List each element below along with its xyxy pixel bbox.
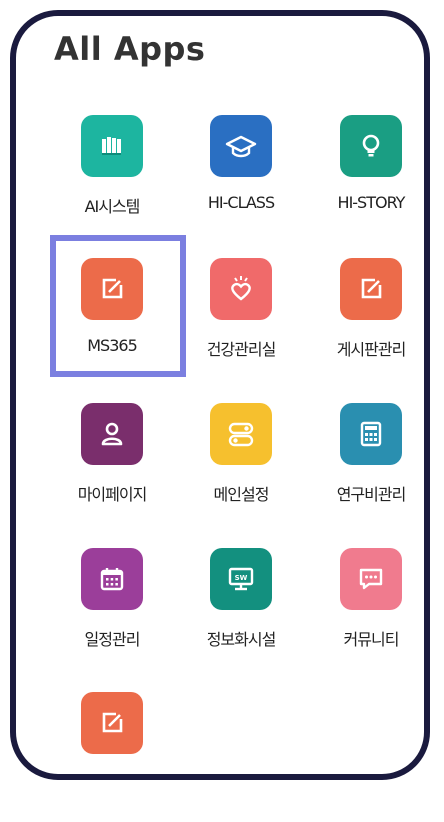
app-research-funds[interactable]: 연구비관리 — [311, 403, 431, 533]
app-label: 메인설정 — [213, 485, 270, 504]
app-health-room[interactable]: 건강관리실 — [181, 258, 301, 388]
app-label: 일정관리 — [84, 630, 141, 649]
heart-icon — [210, 258, 272, 320]
app-label: 건강관리실 — [206, 340, 277, 359]
calculator-icon — [340, 403, 402, 465]
edit-icon — [340, 258, 402, 320]
app-hi-class[interactable]: HI-CLASS — [181, 115, 301, 245]
page-title: All Apps — [54, 30, 206, 68]
app-label: 정보화시설 — [206, 630, 277, 649]
selection-highlight — [50, 235, 186, 377]
lightbulb-icon — [340, 115, 402, 177]
app-label: 연구비관리 — [336, 485, 407, 504]
app-label: 커뮤니티 — [343, 630, 400, 649]
toggle-icon — [210, 403, 272, 465]
app-hi-story[interactable]: HI-STORY — [311, 115, 431, 245]
app-schedule[interactable]: 일정관리 — [52, 548, 172, 678]
app-label: 게시판관리 — [336, 340, 407, 359]
edit-icon — [81, 692, 143, 754]
app-label: HI-STORY — [337, 193, 406, 212]
app-community[interactable]: 커뮤니티 — [311, 548, 431, 678]
app-label: AI시스템 — [84, 197, 141, 216]
graduation-cap-icon — [210, 115, 272, 177]
app-label: 마이페이지 — [77, 485, 148, 504]
monitor-sw-icon: SW — [210, 548, 272, 610]
app-label: HI-CLASS — [207, 193, 275, 212]
app-my-page[interactable]: 마이페이지 — [52, 403, 172, 533]
books-icon — [81, 115, 143, 177]
app-ai-system[interactable]: AI시스템 — [52, 115, 172, 245]
app-main-settings[interactable]: 메인설정 — [181, 403, 301, 533]
app-board-admin[interactable]: 게시판관리 — [311, 258, 431, 388]
chat-icon — [340, 548, 402, 610]
svg-text:SW: SW — [235, 574, 248, 582]
user-icon — [81, 403, 143, 465]
app-it-facilities[interactable]: SW 정보화시설 — [181, 548, 301, 678]
calendar-icon — [81, 548, 143, 610]
app-extra[interactable] — [52, 692, 172, 822]
